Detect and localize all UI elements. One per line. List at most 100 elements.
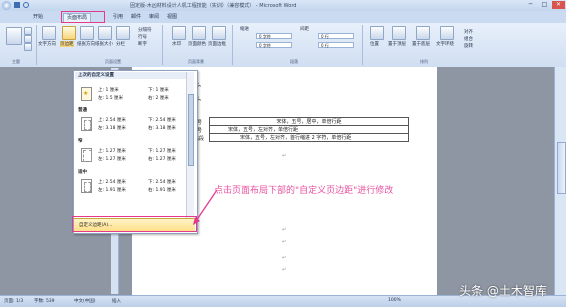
title-bar: 固定版-木凶材料设计人机工程技能（实训）（兼容模式） - Microsoft W…: [0, 0, 566, 11]
table-cell: 宋体，五号，居中，单倍行距: [209, 117, 409, 126]
tab-mailings[interactable]: 邮件: [128, 13, 144, 22]
spacing-after-field[interactable]: 0 行: [318, 42, 354, 48]
group-separator: [162, 25, 163, 65]
preset-top[interactable]: 上: 1.27 厘米: [98, 148, 126, 154]
orientation-button[interactable]: 纸张方向: [77, 41, 95, 47]
align-button[interactable]: 对齐: [464, 29, 473, 35]
size-button[interactable]: 纸张大小: [95, 41, 113, 47]
paragraph-mark: ↵: [282, 227, 287, 233]
watermark-button[interactable]: 水印: [172, 41, 181, 47]
window-title: 固定版-木凶材料设计人机工程技能（实训）（兼容模式） - Microsoft W…: [130, 3, 297, 9]
preset-top[interactable]: 上: 1 厘米: [98, 87, 119, 93]
vertical-scrollbar[interactable]: [554, 67, 566, 295]
text-wrap-button[interactable]: 文字环绕: [436, 41, 454, 47]
preset-top[interactable]: 上: 2.54 厘米: [98, 117, 126, 123]
group-page-setup-label: 页面设置: [105, 59, 121, 64]
table-row: 宋体，五号，左对齐，首行缩进 2 字符，单倍行距: [209, 133, 409, 142]
bring-front-button[interactable]: 置于顶层: [388, 41, 406, 47]
indent-left-field[interactable]: 0 字符: [256, 33, 292, 39]
preset-left[interactable]: 左: 1.27 厘米: [98, 156, 126, 162]
paragraph-mark: ↵: [282, 255, 287, 261]
indent-label: 缩进: [240, 27, 249, 32]
bring-front-icon[interactable]: [392, 26, 406, 40]
margins-icon[interactable]: [62, 26, 76, 40]
table-row: 宋体，五号，居中，单倍行距: [209, 117, 409, 126]
size-icon[interactable]: [98, 26, 112, 40]
indent-right-field[interactable]: 0 字符: [256, 42, 292, 48]
rotate-button[interactable]: 旋转: [464, 43, 473, 49]
group-paragraph-label: 段落: [290, 59, 298, 64]
margins-button[interactable]: 页边距: [60, 41, 74, 47]
tab-home[interactable]: 开始: [30, 13, 46, 22]
preset-right[interactable]: 右: 1.27 厘米: [148, 156, 176, 162]
page-color-icon[interactable]: [192, 26, 206, 40]
paragraph-mark: ↵: [282, 153, 287, 159]
send-back-icon[interactable]: [416, 26, 430, 40]
dropdown-header: 上次的自定义设置: [75, 72, 191, 79]
preset-bottom[interactable]: 下: 1 厘米: [148, 87, 169, 93]
minimize-button[interactable]: ─: [524, 1, 537, 9]
spacing-before-field[interactable]: 0 行: [318, 33, 354, 39]
page-color-button[interactable]: 页面颜色: [188, 41, 206, 47]
line-numbers-button[interactable]: 行号: [138, 34, 147, 40]
tab-view[interactable]: 视图: [164, 13, 180, 22]
ribbon: 主题 文字方向 页边距 纸张方向 纸张大小 分栏 分隔符 行号 断字 页面设置 …: [0, 23, 566, 68]
preset-left[interactable]: 左: 1.91 厘米: [98, 187, 126, 193]
tab-review[interactable]: 审阅: [146, 13, 162, 22]
margin-guide: [83, 150, 92, 162]
preset-top[interactable]: 上: 2.54 厘米: [98, 179, 126, 185]
status-words[interactable]: 字数: 539: [34, 298, 55, 304]
columns-icon[interactable]: [116, 26, 130, 40]
margin-preset-icon[interactable]: [81, 148, 92, 162]
breaks-button[interactable]: 分隔符: [138, 27, 152, 33]
office-button[interactable]: [2, 1, 11, 10]
preset-bottom[interactable]: 下: 2.54 厘米: [148, 179, 176, 185]
dropdown-scrollbar-thumb[interactable]: [188, 94, 194, 166]
scrollbar-thumb[interactable]: [557, 142, 566, 194]
table-row: 宋体，五号，左对齐，单倍行距: [209, 125, 409, 134]
themes-icon[interactable]: [6, 27, 22, 45]
watermark-icon[interactable]: [172, 26, 186, 40]
spacing-label: 间距: [300, 27, 309, 32]
text-wrap-icon[interactable]: [440, 26, 454, 40]
preset-right[interactable]: 右: 1.91 厘米: [148, 187, 176, 193]
send-back-button[interactable]: 置于底层: [412, 41, 430, 47]
preset-right[interactable]: 右: 2 厘米: [148, 95, 169, 101]
theme-colors-icon[interactable]: [24, 27, 32, 35]
hyphenation-button[interactable]: 断字: [138, 41, 147, 47]
preset-left[interactable]: 左: 3.18 厘米: [98, 125, 126, 131]
preset-right[interactable]: 右: 3.18 厘米: [148, 125, 176, 131]
table-cell: 宋体，五号，左对齐，首行缩进 2 字符，单倍行距: [209, 133, 409, 142]
tab-references[interactable]: 引用: [110, 13, 126, 22]
theme-effects-icon[interactable]: [24, 43, 32, 51]
paragraph-mark: ↵: [282, 239, 287, 245]
status-page[interactable]: 页面: 1/3: [4, 298, 23, 304]
preset-left[interactable]: 左: 1.5 厘米: [98, 95, 123, 101]
margin-preset-icon[interactable]: [81, 179, 92, 193]
text-direction-icon[interactable]: [42, 26, 56, 40]
margin-preset-icon[interactable]: [81, 117, 92, 131]
preset-bottom[interactable]: 下: 2.54 厘米: [148, 117, 176, 123]
quick-save-icon[interactable]: [14, 2, 20, 8]
preset-name: 普通: [78, 108, 87, 113]
position-icon[interactable]: [370, 26, 384, 40]
group-button[interactable]: 组合: [464, 36, 473, 42]
columns-button[interactable]: 分栏: [116, 41, 125, 47]
page-borders-icon[interactable]: [212, 26, 226, 40]
group-separator: [362, 25, 363, 65]
theme-fonts-icon[interactable]: [24, 35, 32, 43]
status-language[interactable]: 中文(中国): [74, 298, 96, 304]
orientation-icon[interactable]: [80, 26, 94, 40]
status-zoom[interactable]: 100%: [388, 298, 401, 303]
text-direction-button[interactable]: 文字方向: [38, 41, 56, 47]
maximize-button[interactable]: □: [538, 1, 551, 9]
quick-undo-icon[interactable]: [23, 2, 29, 8]
margin-preset-icon[interactable]: ★: [81, 87, 92, 101]
position-button[interactable]: 位置: [370, 41, 379, 47]
status-mode[interactable]: 插入: [112, 298, 121, 304]
preset-bottom[interactable]: 下: 1.27 厘米: [148, 148, 176, 154]
watermark-text: 头条 @土木智库: [459, 284, 547, 298]
close-button[interactable]: ✕: [552, 1, 565, 9]
page-borders-button[interactable]: 页面边框: [208, 41, 226, 47]
group-separator: [36, 25, 37, 65]
